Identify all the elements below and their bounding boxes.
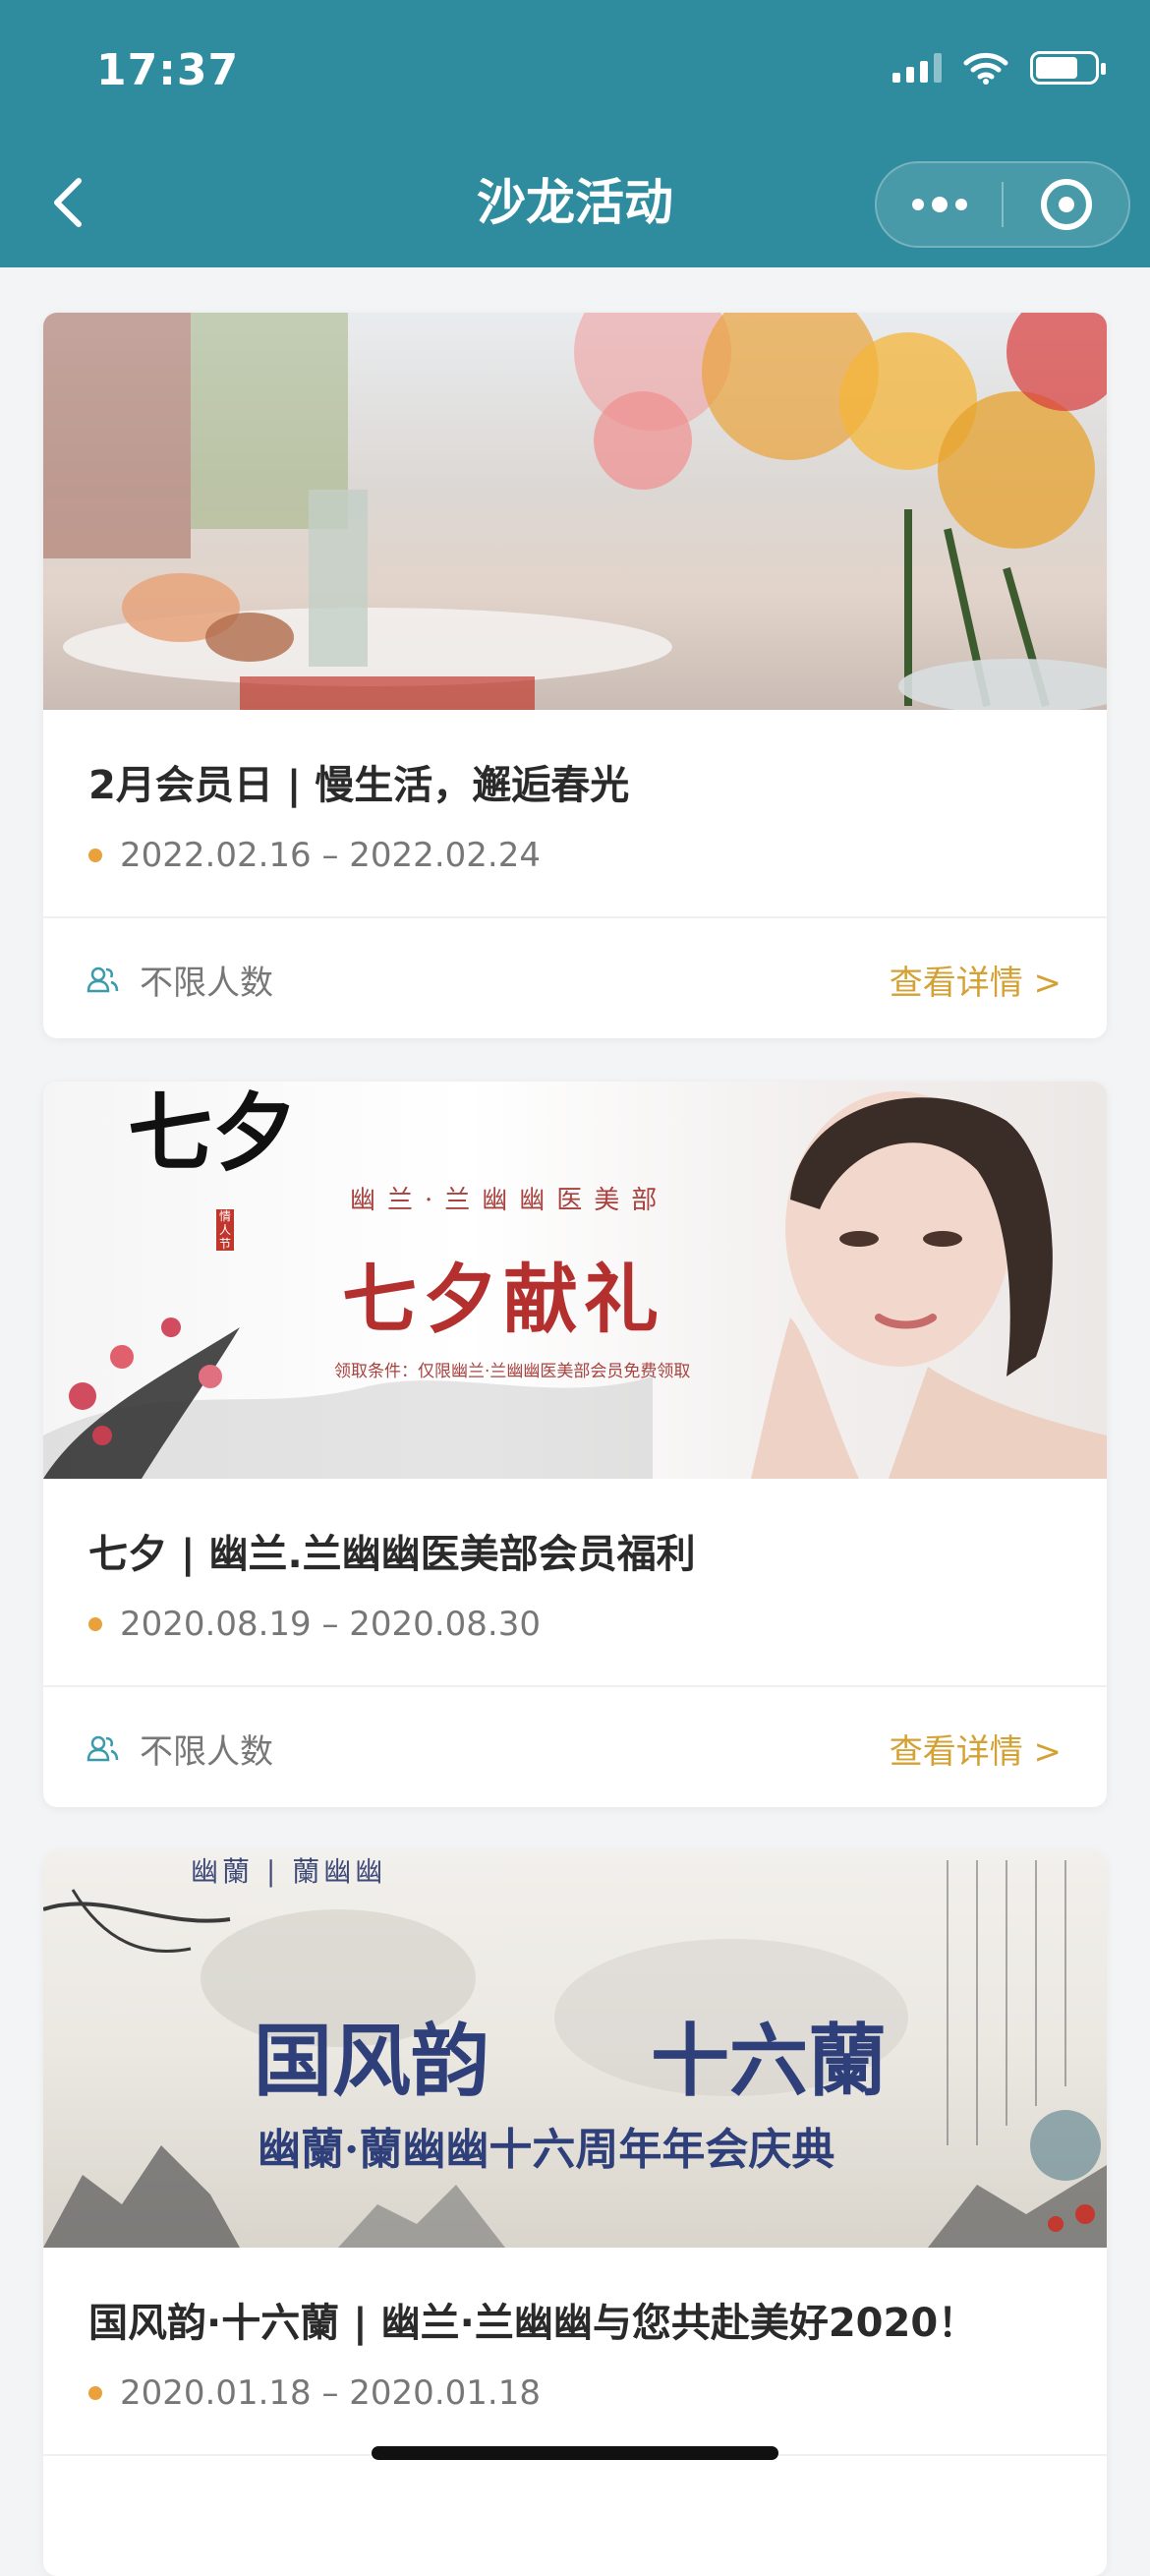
banner-top-logo: 幽蘭 | 蘭幽幽 <box>191 1855 387 1888</box>
activity-title: 七夕 | 幽兰.兰幽幽医美部会员福利 <box>88 1532 696 1577</box>
cellular-signal-icon <box>892 53 942 83</box>
date-dot-icon <box>88 849 102 862</box>
more-button[interactable] <box>877 163 1002 246</box>
participant-limit-text: 不限人数 <box>140 964 273 1003</box>
status-time: 17:37 <box>96 45 240 95</box>
activity-title: 国风韵·十六蘭 | 幽兰·兰幽幽与您共赴美好2020！ <box>88 2301 978 2346</box>
banner-headline-left: 国风韵 <box>254 2015 489 2107</box>
view-details-link[interactable]: 查看详情 > <box>890 956 1062 1004</box>
activity-card[interactable]: 2月会员日 | 慢生活，邂逅春光 2022.02.16 – 2022.02.24… <box>43 313 1107 1038</box>
date-dot-icon <box>88 2386 102 2400</box>
activity-banner-image: 七夕 情人节 幽兰·兰幽幽医美部 七夕献礼 领取条件：仅限幽兰·兰幽幽医美部会员… <box>43 1082 1107 1479</box>
view-details-link[interactable]: 查看详情 > <box>890 1725 1062 1773</box>
people-icon <box>86 966 119 992</box>
participant-limit-text: 不限人数 <box>140 1732 273 1772</box>
participant-limit: 不限人数 <box>86 956 273 1004</box>
more-icon <box>911 199 924 210</box>
people-icon <box>86 1735 119 1761</box>
status-icons <box>892 51 1106 85</box>
banner-condition: 领取条件：仅限幽兰·兰幽幽医美部会员免费领取 <box>334 1362 691 1381</box>
banner-headline: 七夕献礼 <box>342 1256 664 1343</box>
activity-title: 2月会员日 | 慢生活，邂逅春光 <box>88 763 630 808</box>
miniprogram-capsule <box>875 161 1130 248</box>
activity-date: 2022.02.16 – 2022.02.24 <box>88 836 541 875</box>
activity-card[interactable]: 幽蘭 | 蘭幽幽 国风韵 十六蘭 幽蘭·蘭幽幽十六周年年会庆典 国风韵·十六蘭 … <box>43 1850 1107 2576</box>
activity-card[interactable]: 七夕 情人节 幽兰·兰幽幽医美部 七夕献礼 领取条件：仅限幽兰·兰幽幽医美部会员… <box>43 1082 1107 1807</box>
banner-subline: 幽蘭·蘭幽幽十六周年年会庆典 <box>258 2125 835 2175</box>
banner-logo: 七夕 <box>128 1083 297 1183</box>
date-dot-icon <box>88 1617 102 1631</box>
banner-headline-right: 十六蘭 <box>651 2015 887 2107</box>
wifi-icon <box>963 52 1008 85</box>
activity-date: 2020.08.19 – 2020.08.30 <box>88 1605 541 1644</box>
banner-seal: 情人节 <box>218 1209 231 1251</box>
battery-icon <box>1030 51 1106 85</box>
activity-footer: 不限人数 查看详情 > <box>43 1687 1107 1807</box>
nav-header: 17:37 沙龙活动 <box>0 0 1150 267</box>
activity-banner-image: 幽蘭 | 蘭幽幽 国风韵 十六蘭 幽蘭·蘭幽幽十六周年年会庆典 <box>43 1850 1107 2248</box>
target-icon <box>1040 179 1092 230</box>
banner-brand: 幽兰·兰幽幽医美部 <box>350 1186 669 1215</box>
participant-limit: 不限人数 <box>86 1725 273 1773</box>
home-indicator <box>372 2446 778 2460</box>
activity-date-text: 2020.08.19 – 2020.08.30 <box>120 1605 541 1644</box>
close-miniprogram-button[interactable] <box>1004 163 1128 246</box>
activity-date-text: 2022.02.16 – 2022.02.24 <box>120 836 541 875</box>
activity-date: 2020.01.18 – 2020.01.18 <box>88 2373 541 2413</box>
activity-footer: 不限人数 查看详情 > <box>43 918 1107 1038</box>
activity-date-text: 2020.01.18 – 2020.01.18 <box>120 2373 541 2413</box>
activity-banner-image <box>43 313 1107 710</box>
